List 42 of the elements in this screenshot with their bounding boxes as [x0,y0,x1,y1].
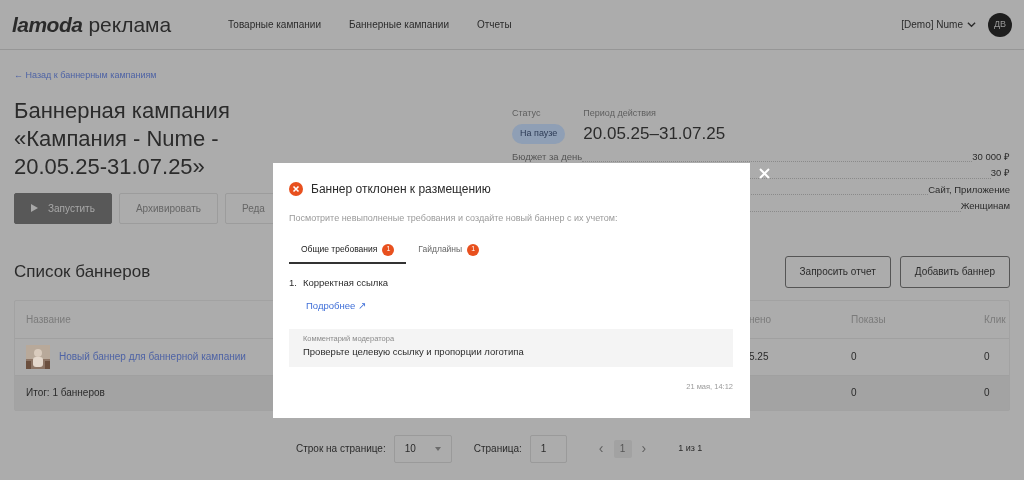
comment-text: Проверьте целевую ссылку и пропорции логотипа [303,345,525,359]
detail-value: Женщинам [960,199,1010,214]
period-label: Период действия [583,106,657,120]
nav-link[interactable]: Отчеты [477,17,512,32]
modal-subtitle: Посмотрите невыполненые требования и создайте новый баннер с их учетом: [289,212,619,225]
page-title: Баннерная кампания «Кампания - Nume - 20.05.25-31.07.25» [14,96,231,181]
section-title: Список баннеров [14,260,151,283]
rows-per-page-label: Строк на странице: [296,442,386,456]
close-icon [758,167,770,179]
account-menu[interactable]: [Demo] Nume [901,17,976,32]
requirement-text: Корректная ссылка [302,275,389,290]
caret-icon [434,446,441,451]
logo[interactable]: lamoda реклама [12,8,228,41]
page-input[interactable]: 1 [529,434,567,463]
rows-per-page-select[interactable]: 10 [393,434,452,463]
table-cell-text: 0 [984,386,990,400]
chevron-down-icon [967,20,976,29]
period-value: 20.05.25–31.07.25 [583,123,726,145]
modal-title: Баннер отклонен к размещению [311,181,491,198]
table-cell-text: 0 [851,350,858,364]
outline-button[interactable]: Добавить баннер [899,255,1010,288]
details-link[interactable]: Подробнее ↗ [306,298,734,313]
page-summary: 1 из 1 [678,441,703,455]
page-label: Страница: [473,442,522,456]
table-cell-text: 0 [851,386,858,400]
table-cell-text: 0 [984,350,990,364]
detail-label: Бюджет за день [512,149,583,164]
nav-link[interactable]: Товарные кампании [228,17,321,32]
error-icon [289,182,303,196]
nav-link[interactable]: Баннерные кампании [348,17,449,32]
detail-value: Сайт, Приложение [928,182,1010,197]
table-cell-text: 5.25 [749,350,770,364]
close-button[interactable] [757,166,771,180]
status-label: Статус [512,106,542,120]
status-badge: На паузе [512,124,566,144]
play-icon [31,204,38,212]
detail-value: 30 ₽ [990,166,1010,181]
total-label: Итог: 1 баннеров [26,387,105,398]
outline-button[interactable]: Запросить отчет [784,255,891,288]
list-number: 1. [289,275,297,290]
avatar[interactable]: ДВ [988,12,1012,37]
detail-value: 30 000 ₽ [972,149,1010,164]
